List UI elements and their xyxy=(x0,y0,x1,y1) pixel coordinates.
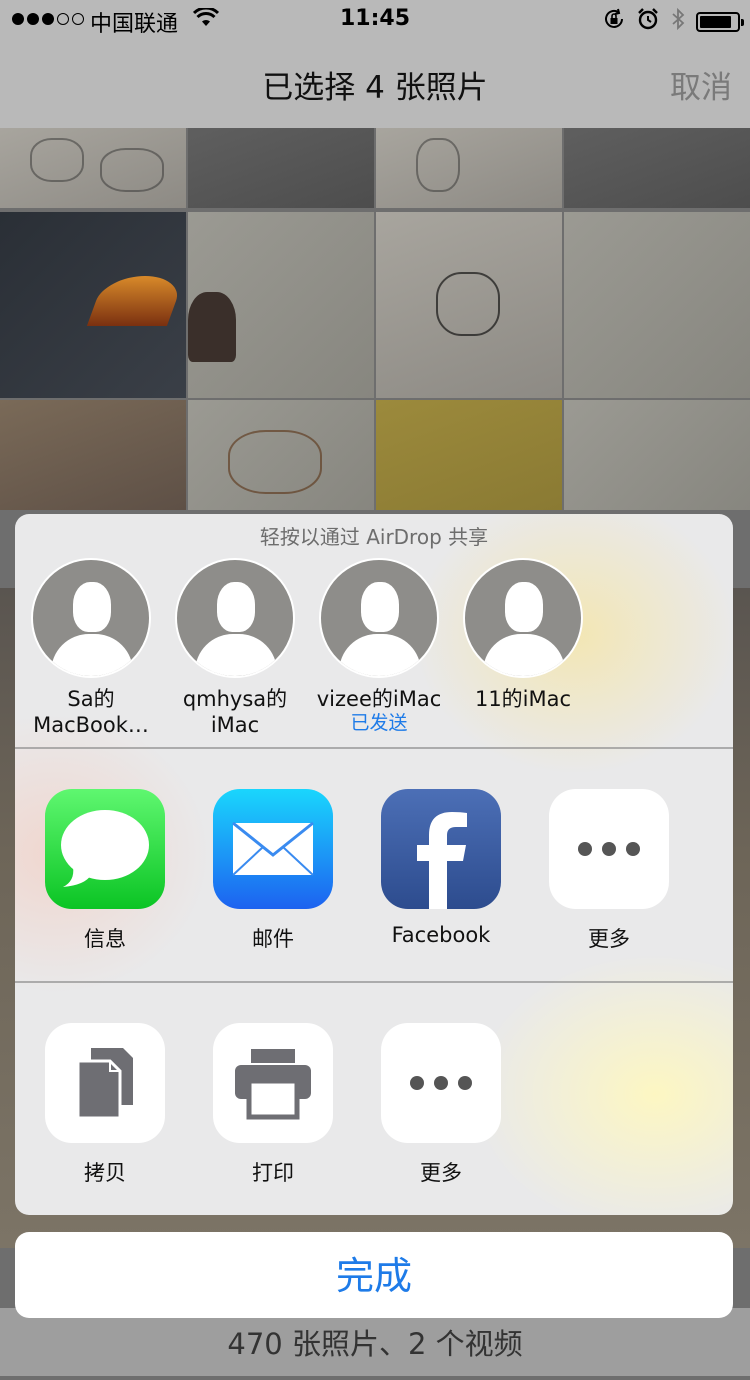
done-button[interactable]: 完成 xyxy=(15,1232,733,1318)
share-app-facebook[interactable]: Facebook xyxy=(366,789,516,947)
action-label: 打印 xyxy=(252,1161,294,1185)
photo-thumbnail[interactable] xyxy=(188,212,374,398)
page-title: 已选择 4 张照片 xyxy=(262,70,488,106)
action-copy[interactable]: 拷贝 xyxy=(30,1023,180,1187)
bluetooth-icon xyxy=(670,7,686,37)
navigation-bar: 已选择 4 张照片 取消 xyxy=(0,40,750,128)
photo-thumbnail[interactable] xyxy=(564,212,750,398)
share-app-messages[interactable]: 信息 xyxy=(30,789,180,953)
photo-thumbnail[interactable] xyxy=(0,212,186,398)
action-label: 更多 xyxy=(420,1161,462,1185)
airdrop-contact[interactable]: qmhysa的 iMac xyxy=(160,558,310,738)
app-label: 信息 xyxy=(84,927,126,951)
airdrop-contact[interactable]: Sa的 MacBook… xyxy=(16,558,166,738)
more-icon xyxy=(549,789,669,909)
airdrop-contact[interactable]: vizee的iMac 已发送 xyxy=(304,558,454,734)
photo-thumbnail[interactable] xyxy=(188,400,374,510)
avatar xyxy=(175,558,295,678)
photo-thumbnail[interactable] xyxy=(564,400,750,510)
photo-thumbnail[interactable] xyxy=(564,128,750,208)
facebook-icon xyxy=(381,789,501,909)
copy-icon xyxy=(45,1023,165,1143)
photo-thumbnail[interactable] xyxy=(376,400,562,510)
photo-count-label: 470 张照片、2 个视频 xyxy=(0,1308,750,1376)
contact-name: Sa的 MacBook… xyxy=(33,687,149,737)
photo-thumbnail[interactable] xyxy=(188,128,374,208)
status-bar: 中国联通 11:45 xyxy=(0,0,750,40)
contact-name: qmhysa的 iMac xyxy=(182,687,288,737)
action-label: 拷贝 xyxy=(84,1161,126,1185)
avatar xyxy=(319,558,439,678)
share-sheet: 轻按以通过 AirDrop 共享 Sa的 MacBook… qmhysa的 iM… xyxy=(15,514,733,1215)
mail-icon xyxy=(213,789,333,909)
photo-thumbnail[interactable] xyxy=(376,128,562,208)
divider xyxy=(15,981,733,983)
messages-icon xyxy=(45,789,165,909)
battery-icon xyxy=(696,12,744,32)
avatar xyxy=(31,558,151,678)
contact-name: 11的iMac xyxy=(474,687,572,711)
airdrop-contact[interactable]: 11的iMac xyxy=(448,558,598,712)
airdrop-title: 轻按以通过 AirDrop 共享 xyxy=(259,525,489,549)
action-more[interactable]: 更多 xyxy=(366,1023,516,1187)
app-label: Facebook xyxy=(391,923,491,947)
app-label: 邮件 xyxy=(252,927,294,951)
app-label: 更多 xyxy=(588,927,630,951)
contact-name: vizee的iMac xyxy=(316,687,442,711)
more-icon xyxy=(381,1023,501,1143)
photo-thumbnail[interactable] xyxy=(0,128,186,208)
cancel-button[interactable]: 取消 xyxy=(670,62,732,107)
divider xyxy=(15,747,733,749)
share-app-mail[interactable]: 邮件 xyxy=(198,789,348,953)
print-icon xyxy=(213,1023,333,1143)
avatar xyxy=(463,558,583,678)
alarm-icon xyxy=(636,7,660,37)
photo-thumbnail[interactable] xyxy=(376,212,562,398)
action-print[interactable]: 打印 xyxy=(198,1023,348,1187)
contact-status: 已发送 xyxy=(350,712,408,734)
photo-thumbnail[interactable] xyxy=(0,400,186,510)
share-app-more[interactable]: 更多 xyxy=(534,789,684,953)
orientation-lock-icon xyxy=(602,7,626,37)
